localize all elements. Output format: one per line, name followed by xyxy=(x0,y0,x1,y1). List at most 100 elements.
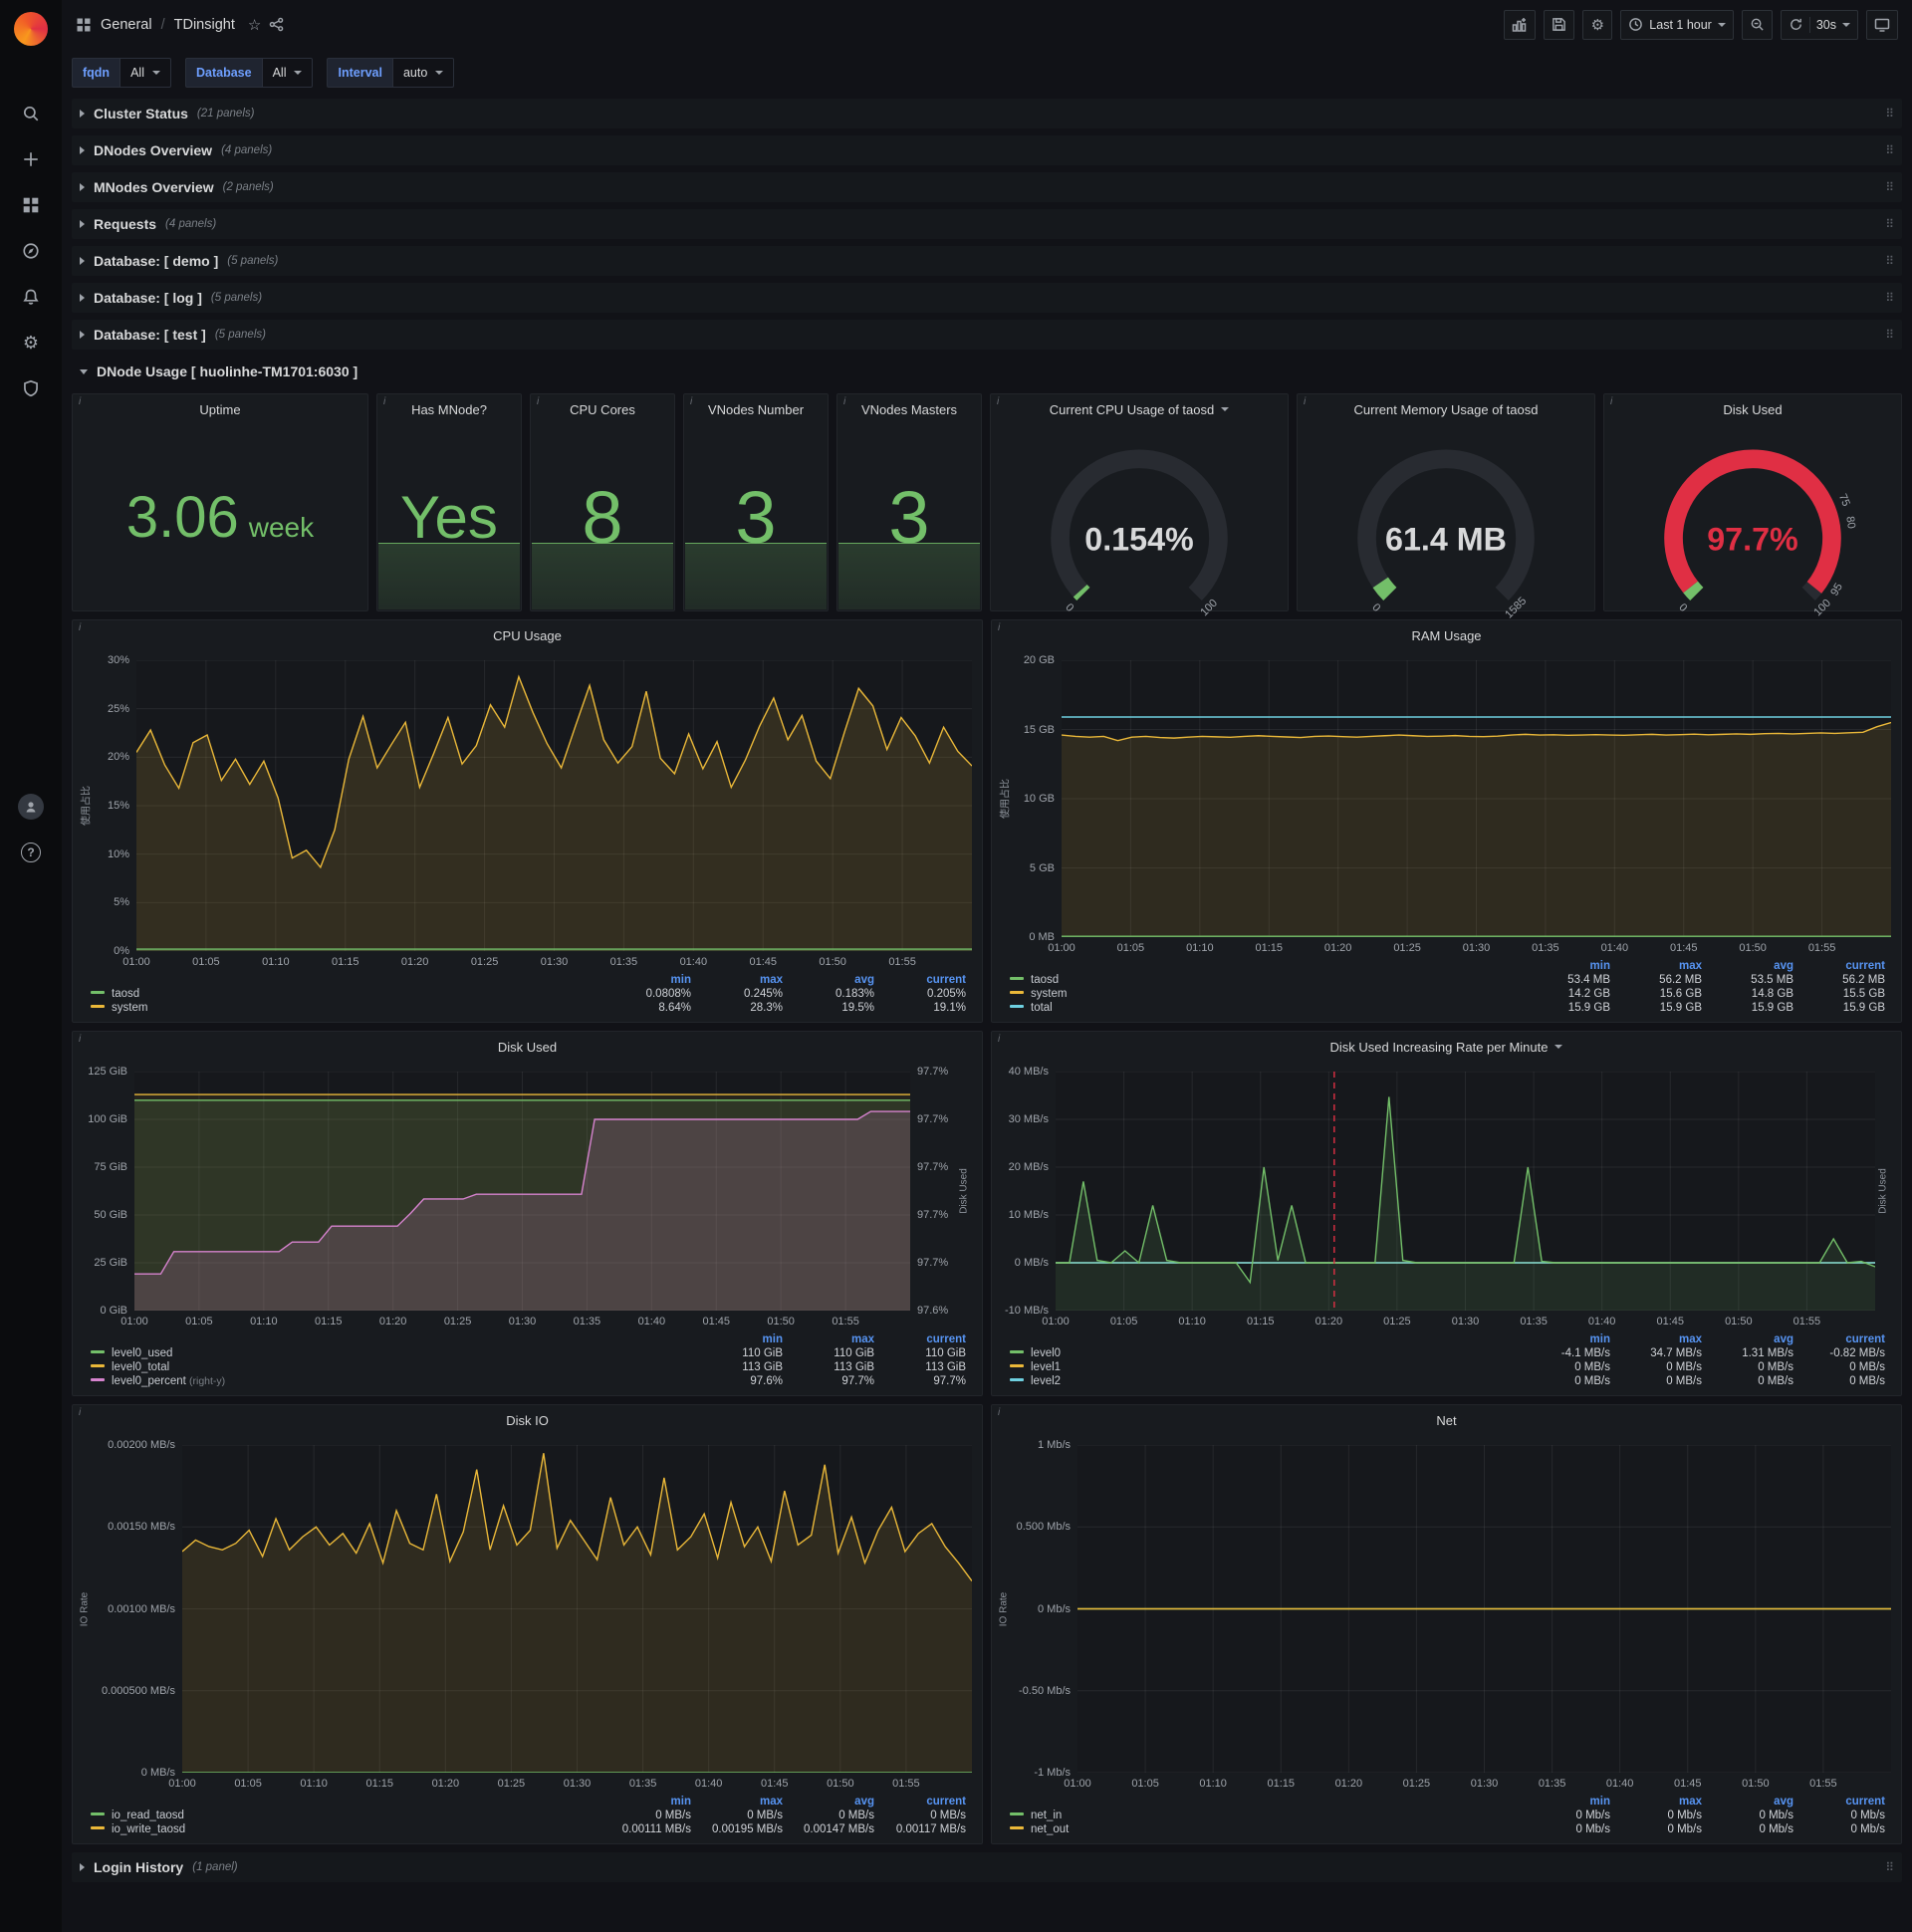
legend-series-name[interactable]: level1 xyxy=(1004,1360,1525,1374)
panel-menu-caret[interactable] xyxy=(1554,1045,1563,1049)
legend-col-min[interactable]: min xyxy=(605,1795,697,1809)
panel-header[interactable]: CPU Cores xyxy=(531,394,674,424)
help-icon[interactable]: ? xyxy=(11,833,51,872)
legend-col-min[interactable]: min xyxy=(1525,1332,1616,1346)
legend-col-min[interactable]: min xyxy=(1525,1795,1616,1809)
chart-plot[interactable] xyxy=(1062,660,1891,937)
legend-col-max[interactable]: max xyxy=(697,973,789,987)
dashboard-row-database-test[interactable]: Database: [ test ] (5 panels) ⠿ xyxy=(72,320,1902,350)
panel-menu-caret[interactable] xyxy=(1221,407,1230,411)
legend-col-avg[interactable]: avg xyxy=(1708,959,1799,973)
variable-fqdn-label[interactable]: fqdn xyxy=(72,58,120,88)
legend-col-current[interactable]: current xyxy=(880,1795,972,1809)
legend-col-max[interactable]: max xyxy=(697,1795,789,1809)
panel-header[interactable]: Disk IO xyxy=(73,1405,982,1435)
row-drag-handle[interactable]: ⠿ xyxy=(1885,291,1894,305)
panel-header[interactable]: Disk Used xyxy=(1604,394,1901,424)
panel-header[interactable]: RAM Usage xyxy=(992,620,1901,650)
legend-col-current[interactable]: current xyxy=(1799,1332,1891,1346)
legend-col-current[interactable]: current xyxy=(1799,1795,1891,1809)
panel-header[interactable]: Current Memory Usage of taosd xyxy=(1298,394,1594,424)
panel-info-icon[interactable]: i xyxy=(79,1407,81,1418)
legend-series-name[interactable]: io_write_taosd xyxy=(85,1822,605,1836)
refresh-button-group[interactable]: 30s xyxy=(1780,9,1858,40)
star-icon[interactable]: ☆ xyxy=(248,16,261,34)
dashboard-row-cluster-status[interactable]: Cluster Status (21 panels) ⠿ xyxy=(72,99,1902,128)
legend-series-name[interactable]: net_out xyxy=(1004,1822,1525,1836)
panel-info-icon[interactable]: i xyxy=(1304,396,1306,407)
legend-col-current[interactable]: current xyxy=(880,1332,972,1346)
panel-info-icon[interactable]: i xyxy=(843,396,845,407)
chart-plot[interactable] xyxy=(136,660,972,951)
dashboard-title[interactable]: TDinsight xyxy=(174,17,235,33)
panel-header[interactable]: VNodes Masters xyxy=(837,394,981,424)
save-dashboard-button[interactable] xyxy=(1544,9,1575,40)
create-plus-icon[interactable] xyxy=(11,139,51,179)
panel-header[interactable]: VNodes Number xyxy=(684,394,828,424)
row-drag-handle[interactable]: ⠿ xyxy=(1885,217,1894,231)
panel-header[interactable]: Disk Used xyxy=(73,1032,982,1062)
panel-info-icon[interactable]: i xyxy=(997,396,999,407)
legend-col-max[interactable]: max xyxy=(789,1332,880,1346)
panel-info-icon[interactable]: i xyxy=(537,396,539,407)
legend-series-name[interactable]: taosd xyxy=(85,987,605,1001)
legend-series-name[interactable]: net_in xyxy=(1004,1809,1525,1822)
user-avatar[interactable] xyxy=(11,787,51,827)
legend-col-max[interactable]: max xyxy=(1616,1795,1708,1809)
legend-col-max[interactable]: max xyxy=(1616,1332,1708,1346)
variable-database-value[interactable]: All xyxy=(261,58,314,88)
breadcrumb-section[interactable]: General xyxy=(101,17,152,33)
legend-col-min[interactable]: min xyxy=(605,973,697,987)
grafana-logo[interactable] xyxy=(14,12,48,46)
panel-header[interactable]: Disk Used Increasing Rate per Minute xyxy=(992,1032,1901,1062)
legend-col-avg[interactable]: avg xyxy=(1708,1795,1799,1809)
legend-series-name[interactable]: level2 xyxy=(1004,1374,1525,1388)
chart-plot[interactable] xyxy=(134,1072,910,1311)
legend-series-name[interactable]: system xyxy=(85,1001,605,1015)
panel-header[interactable]: Net xyxy=(992,1405,1901,1435)
chart-plot[interactable] xyxy=(1056,1072,1875,1311)
add-panel-button[interactable] xyxy=(1504,9,1537,40)
variable-fqdn-value[interactable]: All xyxy=(120,58,171,88)
legend-series-name[interactable]: level0_used xyxy=(85,1346,697,1360)
legend-series-name[interactable]: system xyxy=(1004,987,1525,1001)
row-drag-handle[interactable]: ⠿ xyxy=(1885,254,1894,268)
time-range-picker[interactable]: Last 1 hour xyxy=(1620,9,1734,40)
server-admin-shield-icon[interactable] xyxy=(11,368,51,408)
panel-header[interactable]: Has MNode? xyxy=(377,394,521,424)
legend-series-name[interactable]: io_read_taosd xyxy=(85,1809,605,1822)
panel-info-icon[interactable]: i xyxy=(690,396,692,407)
legend-series-name[interactable]: taosd xyxy=(1004,973,1525,987)
panel-info-icon[interactable]: i xyxy=(998,622,1000,633)
panel-info-icon[interactable]: i xyxy=(79,1034,81,1045)
legend-col-min[interactable]: min xyxy=(1525,959,1616,973)
legend-col-min[interactable]: min xyxy=(697,1332,789,1346)
panel-info-icon[interactable]: i xyxy=(79,396,81,407)
legend-series-name[interactable]: level0 xyxy=(1004,1346,1525,1360)
chart-plot[interactable] xyxy=(1077,1445,1891,1773)
panel-info-icon[interactable]: i xyxy=(1610,396,1612,407)
panel-header[interactable]: CPU Usage xyxy=(73,620,982,650)
variable-interval-label[interactable]: Interval xyxy=(327,58,392,88)
row-drag-handle[interactable]: ⠿ xyxy=(1885,107,1894,121)
dashboard-row-mnodes-overview[interactable]: MNodes Overview (2 panels) ⠿ xyxy=(72,172,1902,202)
panel-info-icon[interactable]: i xyxy=(79,622,81,633)
row-drag-handle[interactable]: ⠿ xyxy=(1885,328,1894,342)
dashboard-row-dnode-usage[interactable]: DNode Usage [ huolinhe-TM1701:6030 ] xyxy=(72,357,1902,386)
legend-col-avg[interactable]: avg xyxy=(789,973,880,987)
row-drag-handle[interactable]: ⠿ xyxy=(1885,1860,1894,1874)
dashboard-row-dnodes-overview[interactable]: DNodes Overview (4 panels) ⠿ xyxy=(72,135,1902,165)
legend-col-avg[interactable]: avg xyxy=(789,1795,880,1809)
panel-info-icon[interactable]: i xyxy=(998,1407,1000,1418)
kiosk-mode-button[interactable] xyxy=(1866,9,1898,40)
panel-header[interactable]: Uptime xyxy=(73,394,367,424)
legend-col-avg[interactable]: avg xyxy=(1708,1332,1799,1346)
row-drag-handle[interactable]: ⠿ xyxy=(1885,180,1894,194)
dashboard-row-requests[interactable]: Requests (4 panels) ⠿ xyxy=(72,209,1902,239)
dashboard-row-database-demo[interactable]: Database: [ demo ] (5 panels) ⠿ xyxy=(72,246,1902,276)
panel-info-icon[interactable]: i xyxy=(998,1034,1000,1045)
configuration-gear-icon[interactable]: ⚙ xyxy=(11,323,51,362)
legend-col-current[interactable]: current xyxy=(880,973,972,987)
panel-info-icon[interactable]: i xyxy=(383,396,385,407)
dashboard-settings-button[interactable]: ⚙ xyxy=(1582,9,1613,40)
